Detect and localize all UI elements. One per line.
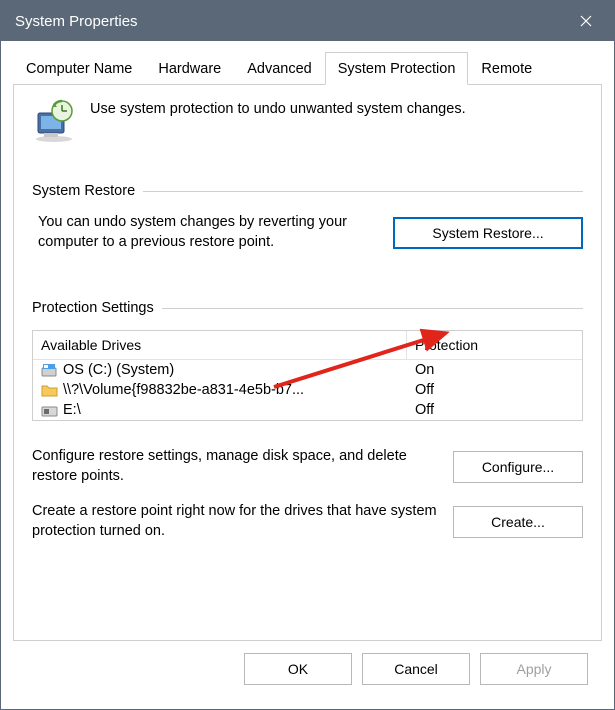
table-header: Available Drives Protection (33, 331, 582, 360)
col-header-drives[interactable]: Available Drives (33, 331, 407, 360)
tab-computer-name[interactable]: Computer Name (13, 52, 145, 85)
tab-pane: Use system protection to undo unwanted s… (13, 85, 602, 641)
apply-button: Apply (480, 653, 588, 685)
drive-status: Off (407, 380, 582, 400)
table-row[interactable]: E:\ Off (33, 400, 582, 420)
titlebar: System Properties (1, 1, 614, 41)
drive-name: OS (C:) (System) (63, 362, 174, 378)
drive-status: On (407, 360, 582, 380)
table-row[interactable]: \\?\Volume{f98832be-a831-4e5b-b7... Off (33, 380, 582, 400)
ok-button[interactable]: OK (244, 653, 352, 685)
system-properties-window: System Properties Computer Name Hardware… (0, 0, 615, 710)
close-button[interactable] (564, 6, 608, 36)
system-restore-button[interactable]: System Restore... (393, 217, 583, 249)
intro-text: Use system protection to undo unwanted s… (90, 99, 466, 117)
content-area: Computer Name Hardware Advanced System P… (1, 41, 614, 709)
drive-extern-icon (41, 403, 59, 417)
configure-button[interactable]: Configure... (453, 451, 583, 483)
group-title-protection: Protection Settings (32, 300, 154, 316)
tab-strip: Computer Name Hardware Advanced System P… (13, 51, 602, 85)
close-icon (580, 15, 592, 27)
dialog-footer: OK Cancel Apply (13, 641, 602, 699)
tab-remote[interactable]: Remote (468, 52, 545, 85)
window-title: System Properties (15, 13, 564, 30)
drive-name: \\?\Volume{f98832be-a831-4e5b-b7... (63, 382, 304, 398)
restore-description: You can undo system changes by reverting… (38, 213, 379, 252)
drive-os-icon (41, 363, 59, 377)
group-title-restore: System Restore (32, 183, 135, 199)
protection-icon (32, 99, 76, 143)
folder-icon (41, 383, 59, 397)
col-header-protection[interactable]: Protection (407, 331, 582, 360)
configure-description: Configure restore settings, manage disk … (32, 447, 439, 486)
group-protection-settings: Protection Settings Available Drives Pro… (32, 300, 583, 541)
tab-advanced[interactable]: Advanced (234, 52, 325, 85)
group-system-restore: System Restore You can undo system chang… (32, 183, 583, 252)
drives-table: Available Drives Protection OS (C:) (Sys… (32, 330, 583, 421)
tab-hardware[interactable]: Hardware (145, 52, 234, 85)
drive-status: Off (407, 400, 582, 420)
cancel-button[interactable]: Cancel (362, 653, 470, 685)
create-button[interactable]: Create... (453, 506, 583, 538)
tab-system-protection[interactable]: System Protection (325, 52, 469, 85)
table-row[interactable]: OS (C:) (System) On (33, 360, 582, 380)
intro-row: Use system protection to undo unwanted s… (32, 99, 583, 143)
drive-name: E:\ (63, 402, 81, 418)
create-description: Create a restore point right now for the… (32, 502, 439, 541)
